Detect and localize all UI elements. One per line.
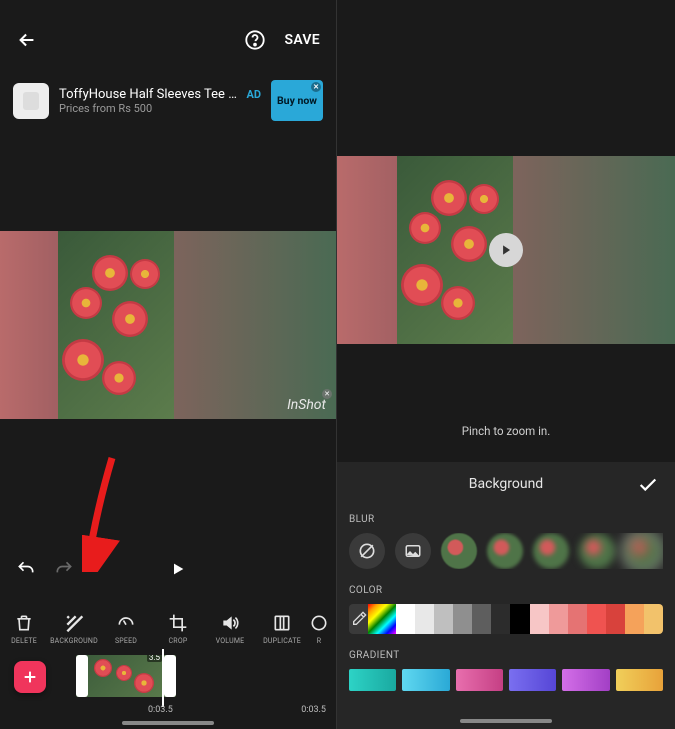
color-swatch[interactable] bbox=[510, 604, 529, 634]
blur-level-4[interactable] bbox=[579, 533, 615, 569]
blur-gallery[interactable] bbox=[395, 533, 431, 569]
ad-badge: AD bbox=[246, 88, 261, 101]
gradient-options bbox=[349, 669, 663, 691]
top-bar: SAVE bbox=[0, 0, 336, 80]
color-swatch[interactable] bbox=[606, 604, 625, 634]
background-screen: Pinch to zoom in. Background BLUR COLOR bbox=[337, 0, 675, 729]
color-swatch[interactable] bbox=[587, 604, 606, 634]
color-picker-button[interactable] bbox=[349, 604, 368, 634]
color-swatch[interactable] bbox=[644, 604, 663, 634]
color-swatch[interactable] bbox=[549, 604, 568, 634]
home-indicator bbox=[460, 719, 552, 723]
tool-duplicate[interactable]: DUPLICATE bbox=[256, 613, 308, 645]
blur-level-2[interactable] bbox=[487, 533, 523, 569]
background-panel: Background BLUR COLOR bbox=[337, 462, 675, 729]
blur-none[interactable] bbox=[349, 533, 385, 569]
ad-close-icon[interactable]: ✕ bbox=[311, 82, 321, 92]
play-button[interactable] bbox=[489, 233, 523, 267]
help-icon[interactable] bbox=[244, 29, 266, 51]
tool-delete[interactable]: DELETE bbox=[0, 613, 48, 645]
ad-thumbnail bbox=[13, 83, 49, 119]
tool-speed[interactable]: SPEED bbox=[100, 613, 152, 645]
color-swatch[interactable] bbox=[568, 604, 587, 634]
watermark[interactable]: InShot bbox=[287, 397, 326, 413]
ad-title: ToffyHouse Half Sleeves Tee with … bbox=[59, 87, 238, 102]
color-swatch[interactable] bbox=[396, 604, 415, 634]
video-frame bbox=[58, 231, 174, 419]
tool-crop[interactable]: CROP bbox=[152, 613, 204, 645]
ad-subtitle: Prices from Rs 500 bbox=[59, 102, 261, 115]
color-spectrum[interactable] bbox=[368, 604, 396, 634]
redo-button[interactable] bbox=[54, 559, 74, 579]
color-swatch[interactable] bbox=[625, 604, 644, 634]
watermark-remove-icon[interactable]: ✕ bbox=[322, 389, 332, 399]
timeline[interactable]: 3.5 0:03.5 0:03.5 bbox=[0, 645, 336, 729]
gradient-swatch[interactable] bbox=[616, 669, 663, 691]
tool-background[interactable]: BACKGROUND bbox=[48, 613, 100, 645]
timeline-time-center: 0:03.5 bbox=[148, 705, 173, 715]
video-preview[interactable]: InShot ✕ bbox=[0, 231, 336, 419]
tool-more[interactable]: R bbox=[308, 613, 330, 645]
play-button[interactable] bbox=[170, 561, 186, 577]
blur-level-5[interactable] bbox=[625, 533, 661, 569]
undo-button[interactable] bbox=[16, 559, 36, 579]
blur-level-1[interactable] bbox=[441, 533, 477, 569]
gradient-swatch[interactable] bbox=[562, 669, 609, 691]
back-button[interactable] bbox=[16, 29, 38, 51]
section-gradient-label: GRADIENT bbox=[349, 650, 663, 661]
color-swatch[interactable] bbox=[491, 604, 510, 634]
section-color-label: COLOR bbox=[349, 585, 663, 596]
save-button[interactable]: SAVE bbox=[284, 32, 320, 48]
ad-cta-button[interactable]: Buy now ✕ bbox=[271, 80, 323, 121]
color-options bbox=[349, 604, 663, 634]
editor-screen: SAVE ToffyHouse Half Sleeves Tee with … … bbox=[0, 0, 337, 729]
clip-duration: 3.5 bbox=[147, 655, 162, 662]
gradient-swatch[interactable] bbox=[402, 669, 449, 691]
confirm-button[interactable] bbox=[637, 474, 659, 496]
color-swatch[interactable] bbox=[472, 604, 491, 634]
ad-banner[interactable]: ToffyHouse Half Sleeves Tee with … AD Pr… bbox=[0, 80, 336, 131]
home-indicator bbox=[122, 721, 214, 725]
zoom-hint: Pinch to zoom in. bbox=[337, 424, 675, 438]
gradient-swatch[interactable] bbox=[349, 669, 396, 691]
tool-bar: DELETE BACKGROUND SPEED CROP VOLUME DUPL… bbox=[0, 605, 336, 645]
tool-volume[interactable]: VOLUME bbox=[204, 613, 256, 645]
panel-title: Background bbox=[469, 476, 543, 492]
playhead[interactable] bbox=[162, 649, 164, 707]
color-swatch[interactable] bbox=[530, 604, 549, 634]
color-swatch[interactable] bbox=[415, 604, 434, 634]
add-clip-button[interactable] bbox=[14, 661, 46, 693]
color-swatch[interactable] bbox=[453, 604, 472, 634]
gradient-swatch[interactable] bbox=[456, 669, 503, 691]
timeline-time-end: 0:03.5 bbox=[301, 705, 326, 715]
gradient-swatch[interactable] bbox=[509, 669, 556, 691]
section-blur-label: BLUR bbox=[349, 514, 663, 525]
timeline-clip[interactable]: 3.5 bbox=[76, 655, 176, 697]
clip-handle-right[interactable] bbox=[164, 655, 176, 697]
clip-handle-left[interactable] bbox=[76, 655, 88, 697]
blur-options bbox=[349, 533, 663, 569]
transport-row bbox=[0, 559, 336, 579]
blur-level-3[interactable] bbox=[533, 533, 569, 569]
color-swatch[interactable] bbox=[434, 604, 453, 634]
annotation-arrow bbox=[82, 452, 142, 572]
video-preview[interactable] bbox=[337, 156, 675, 344]
